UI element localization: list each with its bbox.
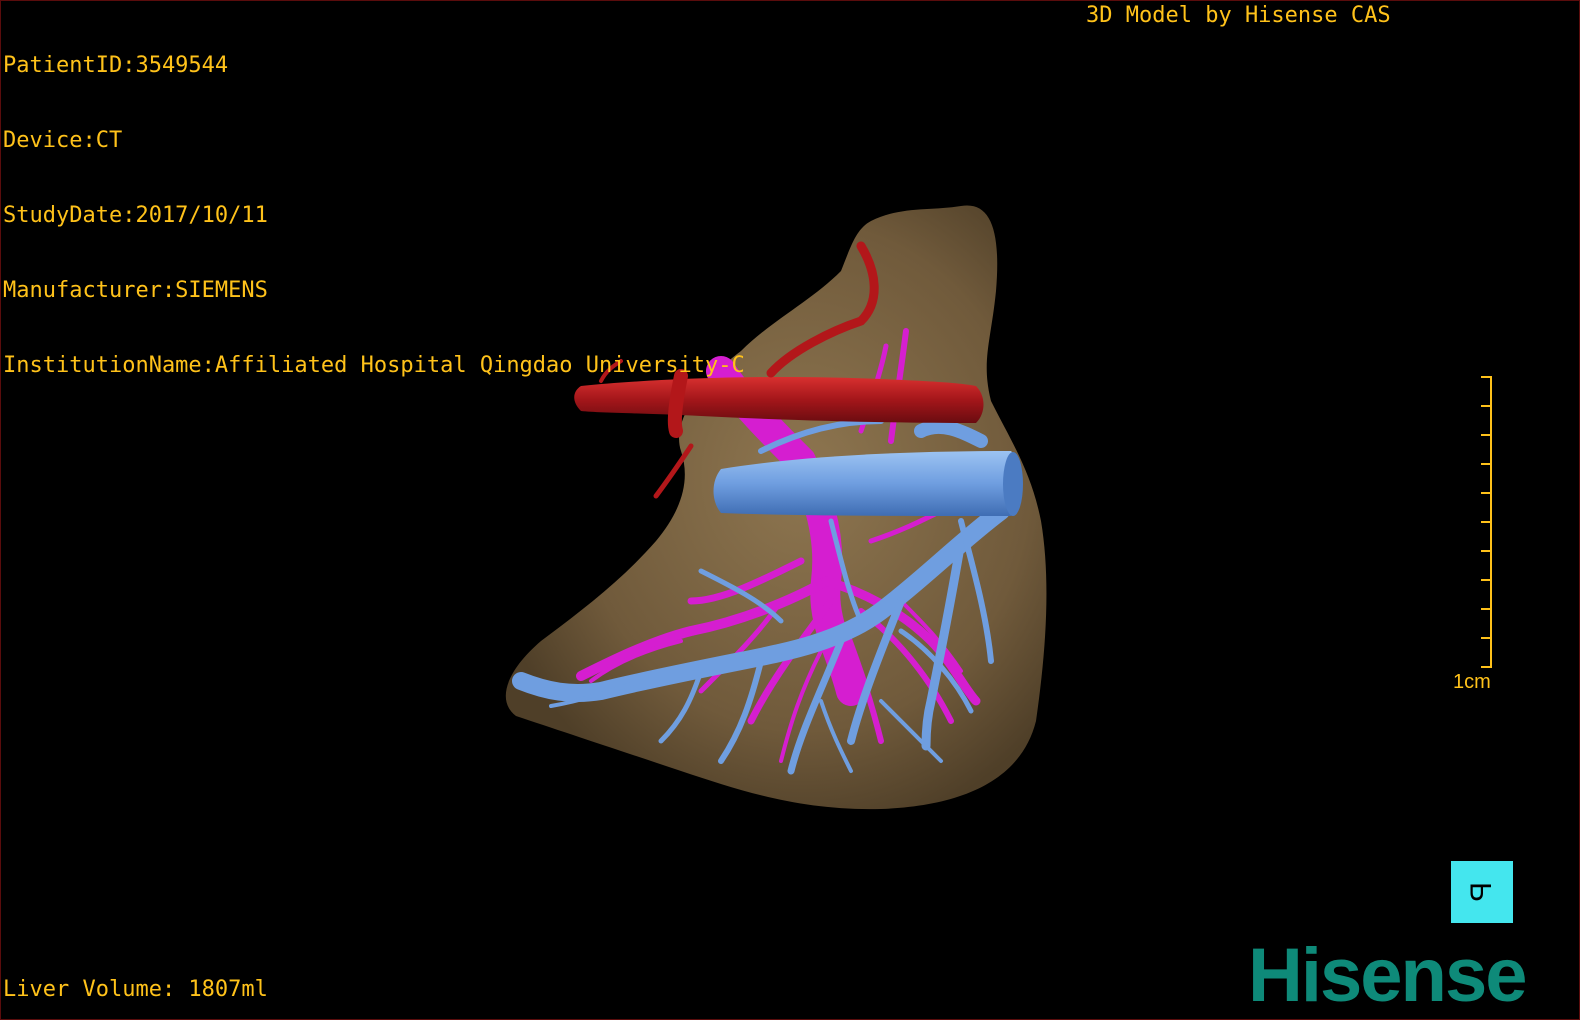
model-credit: 3D Model by Hisense CAS <box>1086 3 1391 28</box>
patient-id: PatientID:3549544 <box>3 53 229 78</box>
3d-viewport[interactable]: PatientID:3549544 Device:CT StudyDate:20… <box>0 0 1580 1020</box>
orientation-label: P <box>1464 881 1498 903</box>
device: Device:CT <box>3 128 123 153</box>
hisense-logo: Hisense <box>1248 933 1527 1018</box>
orientation-cube[interactable]: P <box>1451 861 1513 923</box>
scale-bar <box>1481 376 1492 668</box>
liver-volume: Liver Volume: 1807ml <box>3 977 268 1002</box>
scale-label: 1cm <box>1453 671 1491 693</box>
institution-name: InstitutionName:Affiliated Hospital Qing… <box>3 353 745 378</box>
study-date: StudyDate:2017/10/11 <box>3 203 268 228</box>
dicom-info-overlay: PatientID:3549544 Device:CT StudyDate:20… <box>3 3 745 428</box>
manufacturer: Manufacturer:SIEMENS <box>3 278 268 303</box>
